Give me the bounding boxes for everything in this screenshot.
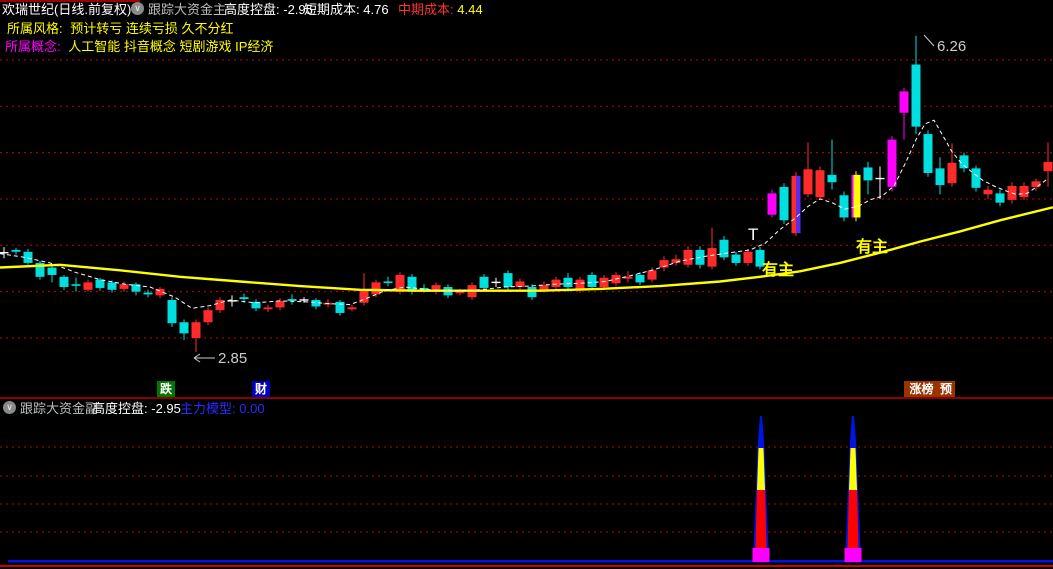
- main-indicator-name: 跟踪大资金主: [148, 2, 227, 17]
- chart-canvas: 6.262.85有主有主T: [0, 34, 1053, 567]
- style-label: 所属风格:: [7, 21, 63, 36]
- signal-text-youzhu-2: 有主: [856, 237, 888, 256]
- short-cost-field: 短期成本: 4.76: [304, 2, 389, 17]
- panel-separator: [0, 397, 1053, 399]
- ctrl-label: 高度控盘:: [224, 2, 280, 17]
- spike-segment-red: [755, 490, 767, 548]
- spike-base-magenta: [752, 548, 770, 562]
- candlestick-series: [0, 35, 1053, 352]
- mid-cost-label: 中期成本:: [398, 2, 454, 17]
- sub-ctrl-field: 高度控盘: -2.95: [92, 401, 181, 416]
- mid-cost-field: 中期成本: 4.44: [398, 2, 483, 17]
- signal-marker: 预: [937, 381, 955, 397]
- model-label: 主力模型:: [180, 401, 236, 416]
- style-value: 预计转亏 连续亏损 久不分红: [70, 21, 234, 36]
- concept-label: 所属概念:: [5, 39, 61, 54]
- collapse-sub-indicator-icon[interactable]: ∨: [3, 401, 16, 414]
- signal-marker: 财: [252, 381, 270, 397]
- chevron-down-icon: ∨: [134, 3, 141, 13]
- sub-indicator-name: 跟踪大资金副: [20, 401, 99, 416]
- model-field: 主力模型: 0.00: [180, 401, 265, 416]
- page-title: 欢瑞世纪(日线.前复权): [2, 2, 132, 17]
- sub-baseline-red: [0, 565, 1053, 567]
- mid-cost-value: 4.44: [457, 2, 483, 17]
- concept-row: 所属概念: 人工智能 抖音概念 短剧游戏 IP经济: [5, 39, 273, 54]
- spike-segment-red: [847, 490, 859, 548]
- stock-chart-app: 6.26 2.85 有主 有主 T 欢瑞世纪(日线.前复权) ∨ 跟踪大资金主 高度控盘…: [0, 0, 1053, 569]
- signal-marker: 涨榜: [904, 381, 939, 397]
- sub-ctrl-label: 高度控盘:: [92, 401, 148, 416]
- collapse-main-indicator-icon[interactable]: ∨: [131, 2, 144, 15]
- spike-base-magenta: [844, 548, 862, 562]
- main-gridlines: [0, 59, 1053, 339]
- short-cost-value: 4.76: [363, 2, 389, 17]
- t-mark: T: [748, 225, 758, 244]
- style-row: 所属风格: 预计转亏 连续亏损 久不分红: [7, 21, 233, 36]
- ma-line-long-yellow: [0, 206, 1053, 292]
- signal-text-youzhu-1: 有主: [762, 260, 794, 279]
- concept-value: 人工智能 抖音概念 短剧游戏 IP经济: [68, 39, 274, 54]
- chevron-down-icon: ∨: [6, 402, 13, 412]
- signal-marker: 跌: [157, 381, 175, 397]
- chart-annotations: 6.262.85有主有主T: [193, 34, 966, 367]
- short-cost-label: 短期成本:: [304, 2, 360, 17]
- model-value: 0.00: [239, 401, 265, 416]
- sub-panel: [0, 416, 1053, 567]
- ctrl-field: 高度控盘: -2.95: [224, 2, 313, 17]
- sub-baseline-blue: [8, 560, 1053, 563]
- low-price-label: 2.85: [218, 350, 247, 367]
- high-price-label: 6.26: [937, 38, 966, 55]
- sub-ctrl-value: -2.95: [151, 401, 181, 416]
